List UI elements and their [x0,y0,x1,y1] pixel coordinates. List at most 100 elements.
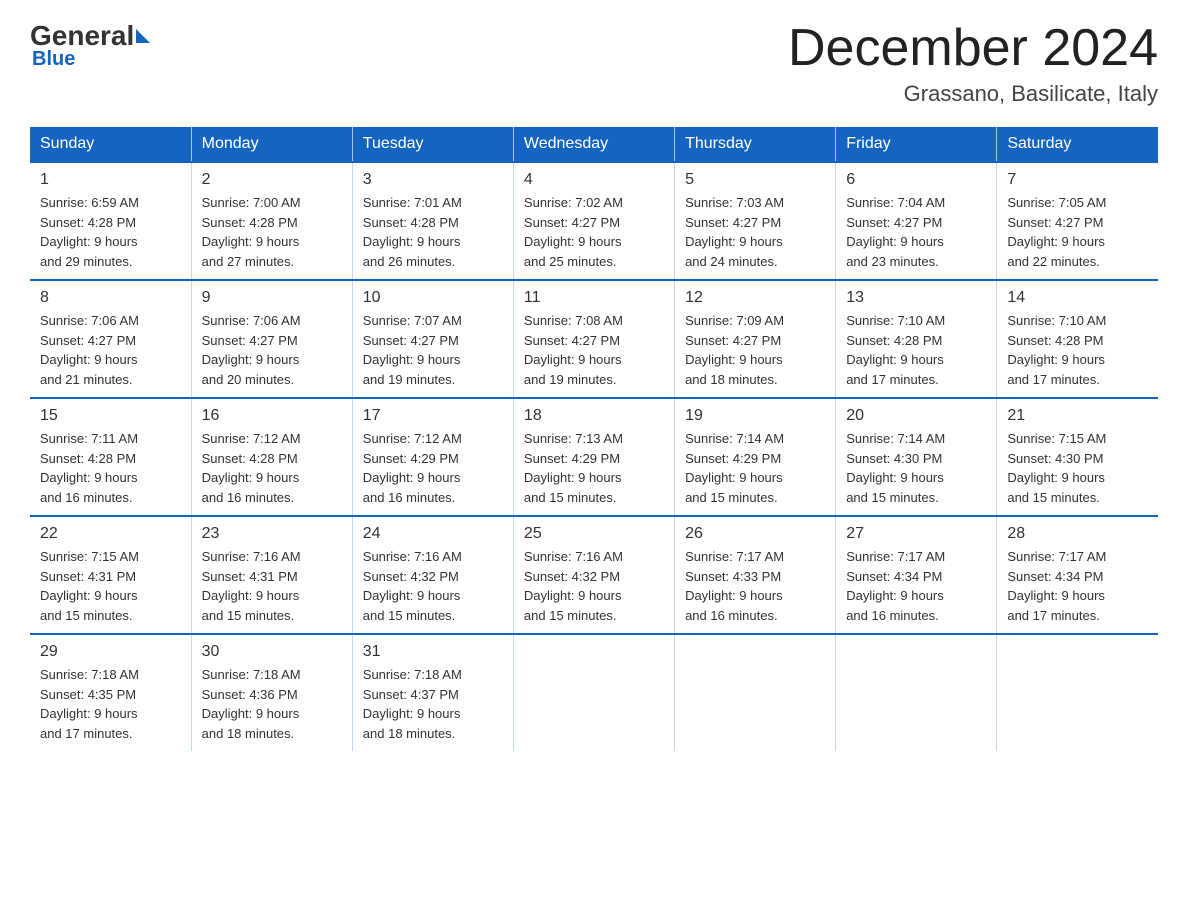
day-info: Sunrise: 7:17 AMSunset: 4:33 PMDaylight:… [685,547,825,625]
calendar-week-row: 15 Sunrise: 7:11 AMSunset: 4:28 PMDayligh… [30,398,1158,516]
day-number: 8 [40,289,181,307]
calendar-day-cell: 6 Sunrise: 7:04 AMSunset: 4:27 PMDaylight… [836,162,997,280]
col-tuesday: Tuesday [352,127,513,162]
day-number: 2 [202,171,342,189]
day-info: Sunrise: 7:09 AMSunset: 4:27 PMDaylight:… [685,311,825,389]
day-number: 9 [202,289,342,307]
calendar-day-cell: 20 Sunrise: 7:14 AMSunset: 4:30 PMDayligh… [836,398,997,516]
day-number: 16 [202,407,342,425]
day-info: Sunrise: 7:10 AMSunset: 4:28 PMDaylight:… [1007,311,1148,389]
col-saturday: Saturday [997,127,1158,162]
calendar-day-cell: 21Sunrise: 7:15 AMSunset: 4:30 PMDayligh… [997,398,1158,516]
day-number: 21 [1007,407,1148,425]
day-info: Sunrise: 7:14 AMSunset: 4:30 PMDaylight:… [846,429,986,507]
title-block: December 2024 Grassano, Basilicate, Ital… [788,20,1158,107]
day-info: Sunrise: 7:17 AMSunset: 4:34 PMDaylight:… [846,547,986,625]
calendar-header: Sunday Monday Tuesday Wednesday Thursday… [30,127,1158,162]
calendar-week-row: 1 Sunrise: 6:59 AMSunset: 4:28 PMDaylight… [30,162,1158,280]
day-number: 20 [846,407,986,425]
day-info: Sunrise: 7:13 AMSunset: 4:29 PMDaylight:… [524,429,664,507]
calendar-day-cell: 15 Sunrise: 7:11 AMSunset: 4:28 PMDayligh… [30,398,191,516]
calendar-week-row: 8 Sunrise: 7:06 AMSunset: 4:27 PMDaylight… [30,280,1158,398]
day-number: 23 [202,525,342,543]
month-title: December 2024 [788,20,1158,77]
calendar-day-cell: 23 Sunrise: 7:16 AMSunset: 4:31 PMDayligh… [191,516,352,634]
calendar-day-cell: 19Sunrise: 7:14 AMSunset: 4:29 PMDayligh… [675,398,836,516]
day-info: Sunrise: 7:12 AMSunset: 4:29 PMDaylight:… [363,429,503,507]
col-thursday: Thursday [675,127,836,162]
day-info: Sunrise: 7:17 AMSunset: 4:34 PMDaylight:… [1007,547,1148,625]
calendar-body: 1 Sunrise: 6:59 AMSunset: 4:28 PMDaylight… [30,162,1158,751]
day-number: 24 [363,525,503,543]
day-number: 17 [363,407,503,425]
day-number: 15 [40,407,181,425]
col-friday: Friday [836,127,997,162]
day-number: 28 [1007,525,1148,543]
calendar-day-cell: 12 Sunrise: 7:09 AMSunset: 4:27 PMDayligh… [675,280,836,398]
day-number: 13 [846,289,986,307]
day-number: 19 [685,407,825,425]
calendar-day-cell: 7 Sunrise: 7:05 AMSunset: 4:27 PMDaylight… [997,162,1158,280]
col-wednesday: Wednesday [513,127,674,162]
calendar-day-cell: 13Sunrise: 7:10 AMSunset: 4:28 PMDayligh… [836,280,997,398]
calendar-day-cell [836,634,997,751]
calendar-week-row: 29 Sunrise: 7:18 AMSunset: 4:35 PMDayligh… [30,634,1158,751]
calendar-day-cell: 14Sunrise: 7:10 AMSunset: 4:28 PMDayligh… [997,280,1158,398]
day-info: Sunrise: 7:16 AMSunset: 4:31 PMDaylight:… [202,547,342,625]
calendar-day-cell: 8 Sunrise: 7:06 AMSunset: 4:27 PMDaylight… [30,280,191,398]
day-number: 6 [846,171,986,189]
calendar-day-cell: 30 Sunrise: 7:18 AMSunset: 4:36 PMDayligh… [191,634,352,751]
day-info: Sunrise: 7:18 AMSunset: 4:36 PMDaylight:… [202,665,342,743]
day-info: Sunrise: 7:12 AMSunset: 4:28 PMDaylight:… [202,429,342,507]
calendar-day-cell: 4Sunrise: 7:02 AMSunset: 4:27 PMDaylight… [513,162,674,280]
day-info: Sunrise: 7:02 AMSunset: 4:27 PMDaylight:… [524,193,664,271]
calendar-day-cell: 18 Sunrise: 7:13 AMSunset: 4:29 PMDayligh… [513,398,674,516]
day-number: 29 [40,643,181,661]
day-info: Sunrise: 7:03 AMSunset: 4:27 PMDaylight:… [685,193,825,271]
day-number: 18 [524,407,664,425]
calendar-day-cell: 16 Sunrise: 7:12 AMSunset: 4:28 PMDayligh… [191,398,352,516]
calendar-day-cell: 1 Sunrise: 6:59 AMSunset: 4:28 PMDaylight… [30,162,191,280]
day-number: 7 [1007,171,1148,189]
calendar-table: Sunday Monday Tuesday Wednesday Thursday… [30,127,1158,751]
calendar-day-cell: 25 Sunrise: 7:16 AMSunset: 4:32 PMDayligh… [513,516,674,634]
day-number: 5 [685,171,825,189]
day-info: Sunrise: 7:15 AMSunset: 4:31 PMDaylight:… [40,547,181,625]
day-info: Sunrise: 7:04 AMSunset: 4:27 PMDaylight:… [846,193,986,271]
calendar-day-cell: 3Sunrise: 7:01 AMSunset: 4:28 PMDaylight… [352,162,513,280]
calendar-day-cell: 26 Sunrise: 7:17 AMSunset: 4:33 PMDayligh… [675,516,836,634]
calendar-day-cell: 5 Sunrise: 7:03 AMSunset: 4:27 PMDaylight… [675,162,836,280]
calendar-day-cell: 28 Sunrise: 7:17 AMSunset: 4:34 PMDayligh… [997,516,1158,634]
day-number: 27 [846,525,986,543]
day-number: 12 [685,289,825,307]
day-info: Sunrise: 6:59 AMSunset: 4:28 PMDaylight:… [40,193,181,271]
day-info: Sunrise: 7:00 AMSunset: 4:28 PMDaylight:… [202,193,342,271]
calendar-day-cell: 22 Sunrise: 7:15 AMSunset: 4:31 PMDayligh… [30,516,191,634]
calendar-day-cell: 29 Sunrise: 7:18 AMSunset: 4:35 PMDayligh… [30,634,191,751]
day-info: Sunrise: 7:11 AMSunset: 4:28 PMDaylight:… [40,429,181,507]
day-number: 3 [363,171,503,189]
logo-blue-text: Blue [32,48,75,71]
calendar-day-cell [675,634,836,751]
calendar-day-cell: 11Sunrise: 7:08 AMSunset: 4:27 PMDayligh… [513,280,674,398]
day-info: Sunrise: 7:16 AMSunset: 4:32 PMDaylight:… [363,547,503,625]
day-info: Sunrise: 7:05 AMSunset: 4:27 PMDaylight:… [1007,193,1148,271]
day-number: 1 [40,171,181,189]
day-info: Sunrise: 7:18 AMSunset: 4:35 PMDaylight:… [40,665,181,743]
calendar-day-cell: 24 Sunrise: 7:16 AMSunset: 4:32 PMDayligh… [352,516,513,634]
calendar-day-cell [997,634,1158,751]
day-number: 11 [524,289,664,307]
day-number: 25 [524,525,664,543]
day-number: 26 [685,525,825,543]
day-number: 22 [40,525,181,543]
calendar-day-cell: 27 Sunrise: 7:17 AMSunset: 4:34 PMDayligh… [836,516,997,634]
calendar-week-row: 22 Sunrise: 7:15 AMSunset: 4:31 PMDayligh… [30,516,1158,634]
col-monday: Monday [191,127,352,162]
calendar-day-cell: 10Sunrise: 7:07 AMSunset: 4:27 PMDayligh… [352,280,513,398]
day-number: 30 [202,643,342,661]
day-info: Sunrise: 7:06 AMSunset: 4:27 PMDaylight:… [40,311,181,389]
day-number: 31 [363,643,503,661]
day-info: Sunrise: 7:07 AMSunset: 4:27 PMDaylight:… [363,311,503,389]
day-info: Sunrise: 7:16 AMSunset: 4:32 PMDaylight:… [524,547,664,625]
calendar-day-cell: 2 Sunrise: 7:00 AMSunset: 4:28 PMDaylight… [191,162,352,280]
